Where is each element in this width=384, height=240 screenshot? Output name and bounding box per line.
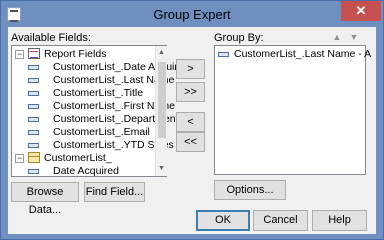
database-field-icon (218, 52, 229, 57)
scroll-up-icon[interactable]: ▲ (156, 46, 167, 60)
collapse-icon[interactable]: − (15, 50, 24, 59)
available-fields-label: Available Fields: (11, 32, 91, 44)
database-field-icon (28, 169, 39, 174)
options-button[interactable]: Options... (214, 180, 286, 200)
database-field-icon (28, 91, 39, 96)
field-item-label: CustomerList_.Email (53, 126, 150, 138)
database-field-icon (28, 117, 39, 122)
tree-node-customerlist[interactable]: − CustomerList_ (15, 152, 155, 164)
find-field-button[interactable]: Find Field... (84, 182, 145, 202)
scroll-down-icon[interactable]: ▼ (156, 162, 167, 176)
move-up-icon[interactable]: ▲ (332, 31, 342, 43)
database-field-icon (28, 65, 39, 70)
field-item[interactable]: CustomerList_.Title (28, 87, 156, 99)
vertical-scrollbar[interactable]: ▲ ▼ (155, 46, 167, 176)
field-item[interactable]: CustomerList_.Email (28, 126, 156, 138)
field-item-label: Date Acquired (53, 165, 119, 177)
move-down-icon[interactable]: ▼ (349, 31, 359, 43)
field-item[interactable]: CustomerList_.Date Acquired (28, 61, 190, 73)
remove-all-fields-button[interactable]: << (176, 132, 205, 152)
browse-data-button[interactable]: Browse Data... (11, 182, 79, 216)
available-fields-tree[interactable]: − Report Fields CustomerList_.Date Acqui… (11, 45, 190, 177)
report-fields-label: Report Fields (44, 48, 107, 60)
help-button[interactable]: Help (312, 210, 367, 231)
title-bar[interactable]: Group Expert (1, 1, 383, 27)
ok-button[interactable]: OK (196, 210, 250, 231)
field-item[interactable]: Date Acquired (28, 165, 156, 177)
cancel-button[interactable]: Cancel (253, 210, 308, 231)
scrollbar-thumb[interactable] (158, 62, 166, 138)
collapse-icon[interactable]: − (15, 154, 24, 163)
field-item-label: CustomerList_.Title (53, 87, 144, 99)
group-expert-dialog: Group Expert ✕ Available Fields: − Repor… (0, 0, 384, 240)
database-field-icon (28, 104, 39, 109)
group-by-item-label: CustomerList_.Last Name - A (234, 48, 372, 60)
group-by-list[interactable]: CustomerList_.Last Name - A (214, 45, 371, 175)
dialog-title: Group Expert (153, 7, 231, 22)
field-item[interactable]: CustomerList_.First Name (28, 100, 175, 112)
field-item[interactable]: CustomerList_.Last Name (28, 74, 174, 86)
table-label: CustomerList_ (44, 152, 112, 164)
database-field-icon (28, 130, 39, 135)
table-icon (28, 152, 40, 163)
database-field-icon (28, 143, 39, 148)
field-item-label: CustomerList_.Date Acquired (53, 61, 190, 73)
add-all-fields-button[interactable]: >> (176, 82, 205, 102)
field-item[interactable]: CustomerList_.YTD Sales (28, 139, 174, 151)
dialog-body: Available Fields: − Report Fields Custom… (8, 27, 376, 234)
report-fields-icon (28, 48, 40, 59)
group-by-label: Group By: (214, 32, 264, 44)
database-field-icon (28, 78, 39, 83)
close-button[interactable]: ✕ (341, 1, 381, 21)
tree-node-report-fields[interactable]: − Report Fields (15, 48, 155, 60)
group-by-item[interactable]: CustomerList_.Last Name - A (218, 48, 371, 60)
field-item[interactable]: CustomerList_.Department (28, 113, 178, 125)
remove-field-button[interactable]: < (176, 112, 205, 132)
add-field-button[interactable]: > (176, 59, 205, 79)
